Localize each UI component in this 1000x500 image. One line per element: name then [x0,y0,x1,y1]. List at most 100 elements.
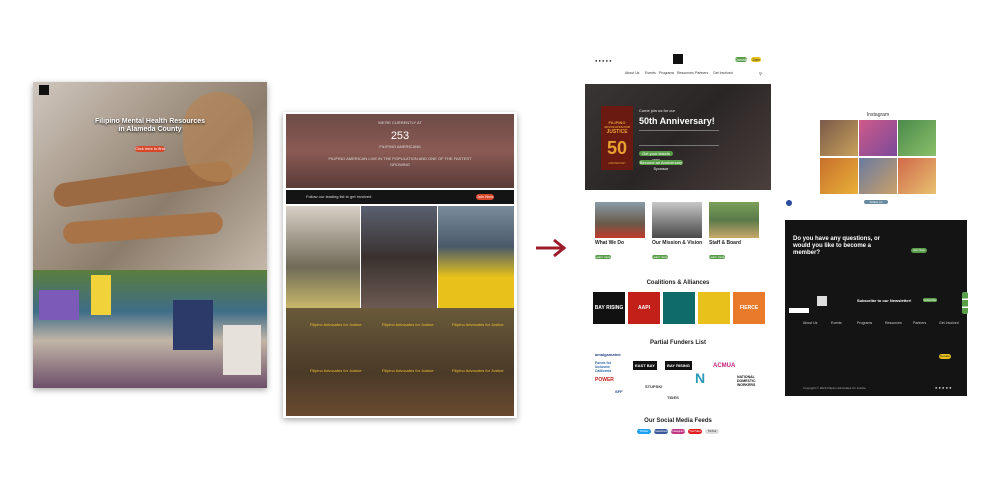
banner-line: WE'RE CURRENTLY AT [378,120,422,125]
col-title-what-we-do: What We Do [595,240,625,246]
footer-col-programs[interactable]: Programs [857,320,872,326]
social-tiktok-button[interactable]: TikTok [705,429,719,434]
left-logo-icon [39,85,49,95]
instagram-post[interactable] [859,158,897,194]
social-instagram-button[interactable]: Instagram [671,429,685,434]
funder-logo: amalgamated [595,352,621,357]
funder-logo: ACMUA [713,363,736,369]
footer-question: Do you have any questions, or would you … [793,236,881,256]
accessibility-icon[interactable] [786,200,792,206]
col-button-mission[interactable]: Learn more [652,255,668,259]
col-button-staff[interactable]: Learn more [709,255,725,259]
coalition-logo[interactable] [663,292,695,324]
coalition-logo[interactable]: FIERCE [733,292,765,324]
follow-button[interactable]: Join Now [476,194,494,200]
follow-text: Follow our leading list to get involved [306,194,372,199]
instagram-post[interactable] [820,120,858,156]
footer-copyright: Copyright © 2023 Filipino Advocates for … [803,386,866,390]
funder-logo: STUPSKI [645,384,663,389]
hero-title: 50th Anniversary! [639,116,715,126]
search-icon[interactable]: ⚲ [759,71,762,76]
instagram-post[interactable] [898,158,936,194]
footer-join-button[interactable]: Join Now [911,248,927,253]
newsletter-title: Subscribe to our Newsletter! [857,298,912,303]
newsletter-button[interactable]: Subscribe [923,298,937,302]
join-header-button[interactable]: Join [751,57,761,62]
group-photo-1 [286,206,360,308]
side-float-icons[interactable] [962,292,968,314]
funders-title: Partial Funders List [649,340,706,346]
footer-col-about[interactable]: About Us [803,320,817,326]
coalition-logo[interactable]: AAPI [628,292,660,324]
stat-label: FILIPINO AMERICANS [379,144,421,149]
left-hero-title: Filipino Mental Health Resources in Alam… [94,118,206,133]
hero-photo-background [33,82,267,270]
middle-mockup: WE'RE CURRENTLY AT 253 FILIPINO AMERICAN… [283,112,517,418]
card-title: Filipino Advocates for Justice [310,368,362,373]
rally-sign [223,325,261,375]
instagram-post[interactable] [859,120,897,156]
funder-logo: N [695,370,706,386]
instagram-title: Instagram [866,112,890,118]
footer-col-get-involved[interactable]: Get Involved [939,320,959,326]
banner-line: FILIPINO AMERICAN LIVE IN THE POPULATION… [328,156,472,167]
instagram-post[interactable] [898,120,936,156]
social-youtube-button[interactable]: YouTube [688,429,702,434]
site-mockup: ● ● ● ● ● Donate Join About Us Events Pr… [585,50,775,440]
hero-sponsor-button[interactable]: Become an Anniversary Sponsor [639,160,683,171]
footer-social-icons[interactable]: ● ● ● ● ● [935,385,952,390]
poster-line: JUSTICE [606,129,628,135]
staff-photo [709,202,759,238]
nav-partners[interactable]: Partners [695,71,708,75]
nav-get-involved[interactable]: Get Involved [713,71,733,75]
coalition-logo[interactable]: BAY RISING [593,292,625,324]
footer-col-events[interactable]: Events [831,320,842,326]
footer-logo-icon [817,296,827,306]
instagram-post[interactable] [820,158,858,194]
site-hero: FILIPINO ADVOCATES FOR JUSTICE 50 ANNIVE… [585,84,771,190]
left-mockup: Filipino Mental Health Resources in Alam… [33,82,267,388]
card-title: Filipino Advocates for Justice [382,322,434,327]
nav-resources[interactable]: Resources [677,71,694,75]
social-icons-row: ● ● ● ● ● [595,58,612,63]
stat-number: 253 [390,130,410,142]
card-title: Filipino Advocates for Justice [452,368,504,373]
funder-logo: POWER [595,377,614,383]
group-photo-2 [361,206,437,308]
rally-sign [91,275,111,315]
funder-logo: SFF [615,389,623,394]
hero-tickets-button[interactable]: Get your tickets now [639,151,673,162]
footer-panel: Do you have any questions, or would you … [785,220,967,396]
social-twitter-button[interactable]: Twitter [637,429,651,434]
hero-body-lines [639,130,719,146]
col-title-staff: Staff & Board [709,240,741,246]
middle-banner: WE'RE CURRENTLY AT 253 FILIPINO AMERICAN… [286,114,514,188]
left-rally-photo [33,270,267,388]
card-title: Filipino Advocates for Justice [382,368,434,373]
social-title: Our Social Media Feeds [644,418,712,424]
social-facebook-button[interactable]: Facebook [654,429,668,434]
nav-programs[interactable]: Programs [659,71,674,75]
footer-col-resources[interactable]: Resources [885,320,902,326]
poster-number: 50 [606,138,628,158]
cards-background: Filipino Advocates for Justice Filipino … [286,308,514,416]
funder-logo: TIDES [667,395,679,400]
card-title: Filipino Advocates for Justice [310,322,362,327]
instagram-follow-button[interactable]: Follow on Instagram [864,200,888,208]
col-button-what-we-do[interactable]: Learn more [595,255,611,259]
footer-col-partners[interactable]: Partners [913,320,926,326]
footer-donate-button[interactable]: Donate [939,354,951,359]
donate-header-button[interactable]: Donate [735,57,748,62]
nav-events[interactable]: Events [645,71,656,75]
card-title: Filipino Advocates for Justice [452,322,504,327]
newsletter-input[interactable] [789,308,809,313]
sketch-shape [183,92,253,182]
col-title-mission: Our Mission & Vision [652,240,703,246]
mission-photo [652,202,702,238]
left-hero-button[interactable]: Click here to find [135,146,165,152]
coalition-logo[interactable] [698,292,730,324]
anniversary-poster: FILIPINO ADVOCATES FOR JUSTICE 50 ANNIVE… [601,106,633,170]
nav-about[interactable]: About Us [625,71,639,75]
funder-logo: EAST BAY [633,361,657,370]
funder-logo: Funds for Inclusive California [595,361,612,373]
